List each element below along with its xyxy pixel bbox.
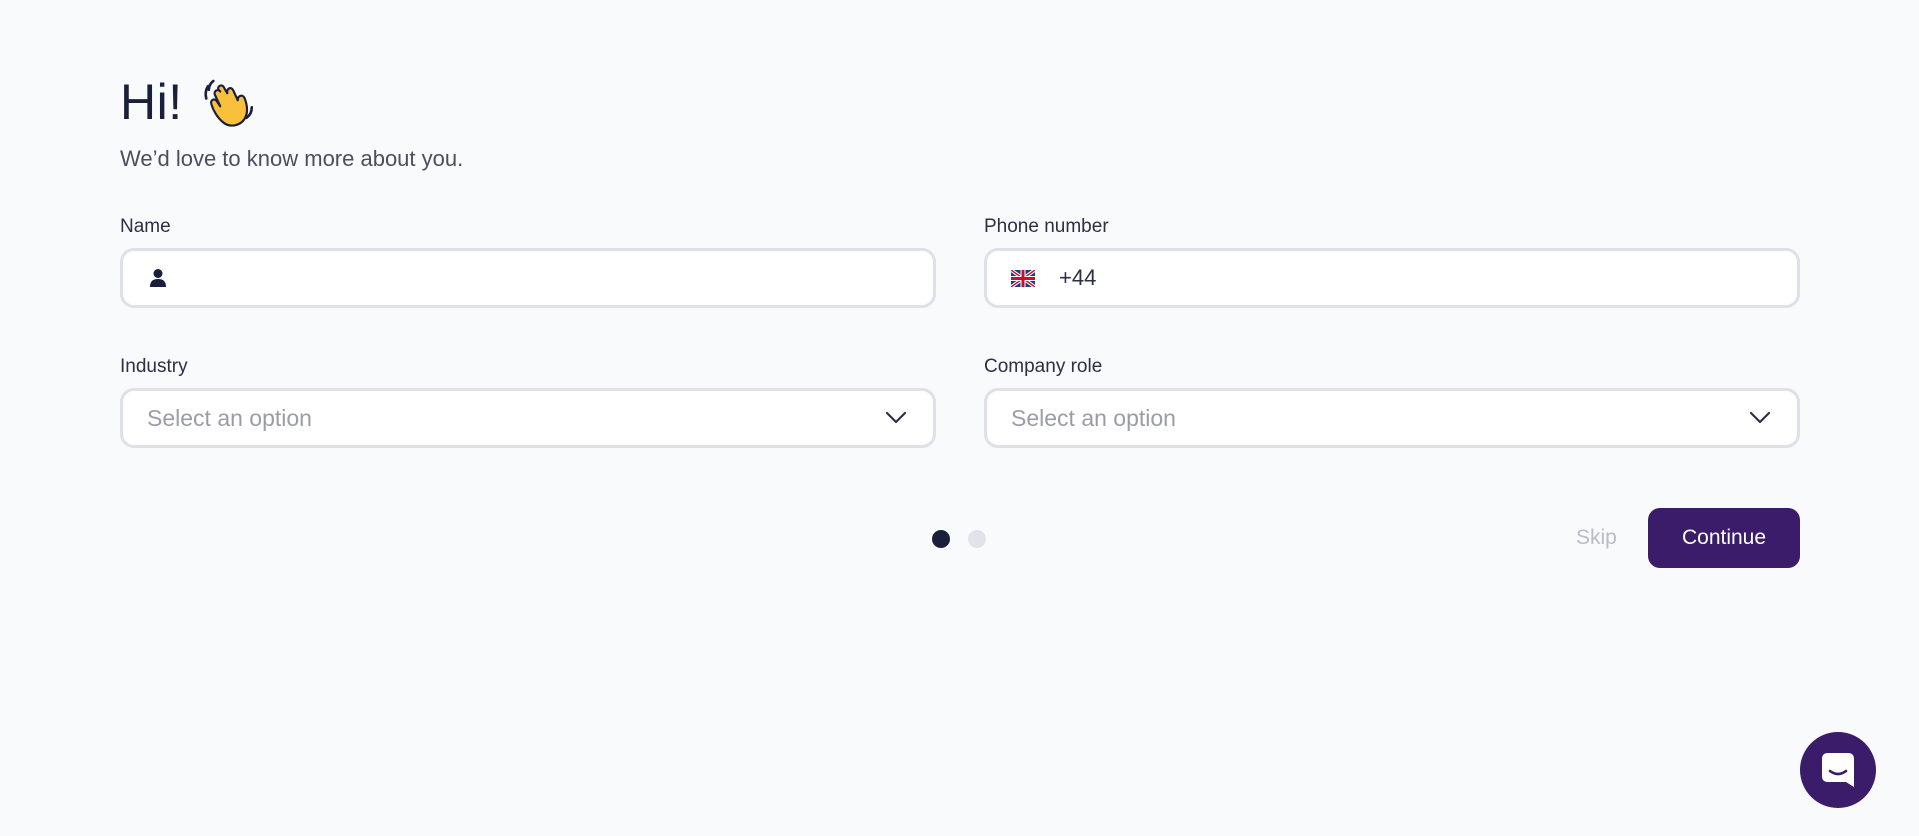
company-role-placeholder: Select an option: [1011, 404, 1176, 431]
industry-label: Industry: [120, 356, 188, 377]
company-role-select[interactable]: Select an option: [984, 388, 1800, 448]
chat-icon: [1822, 753, 1854, 787]
chevron-down-icon: [885, 411, 907, 424]
profile-form: Name Phone number +44 Industry Select an…: [120, 216, 1800, 496]
header: Hi! We’d love to know more about you.: [120, 72, 463, 172]
company-role-field-group: Company role Select an option: [984, 356, 1800, 448]
form-row-1: Name Phone number: [120, 216, 1800, 308]
step-dot-2: [968, 530, 986, 548]
chat-launcher-button[interactable]: [1800, 732, 1876, 808]
name-label: Name: [120, 216, 171, 237]
phone-input[interactable]: [987, 251, 1797, 305]
industry-select[interactable]: Select an option: [120, 388, 936, 448]
company-role-label: Company role: [984, 356, 1103, 377]
chevron-down-icon: [1749, 411, 1771, 424]
name-field-group: Name: [120, 216, 936, 308]
name-input[interactable]: [123, 251, 933, 305]
greeting-row: Hi!: [120, 72, 463, 132]
industry-placeholder: Select an option: [147, 404, 312, 431]
form-row-2: Industry Select an option Company role S…: [120, 356, 1800, 448]
phone-field-group: Phone number: [984, 216, 1800, 308]
phone-label: Phone number: [984, 216, 1109, 237]
industry-field-group: Industry Select an option: [120, 356, 936, 448]
person-icon: [150, 269, 166, 287]
onboarding-page: Hi! We’d love to know more about you. Na…: [0, 0, 1919, 836]
step-indicator: [932, 530, 986, 548]
waving-hand-icon: [203, 79, 253, 127]
uk-flag-icon[interactable]: [1011, 270, 1035, 287]
page-subtitle: We’d love to know more about you.: [120, 146, 464, 171]
skip-button[interactable]: Skip: [1576, 526, 1617, 550]
phone-control: [984, 248, 1800, 308]
continue-button[interactable]: Continue: [1648, 508, 1800, 568]
page-title: Hi!: [120, 74, 183, 130]
form-footer: Skip Continue: [120, 508, 1800, 568]
step-dot-1: [932, 530, 950, 548]
name-control: [120, 248, 936, 308]
